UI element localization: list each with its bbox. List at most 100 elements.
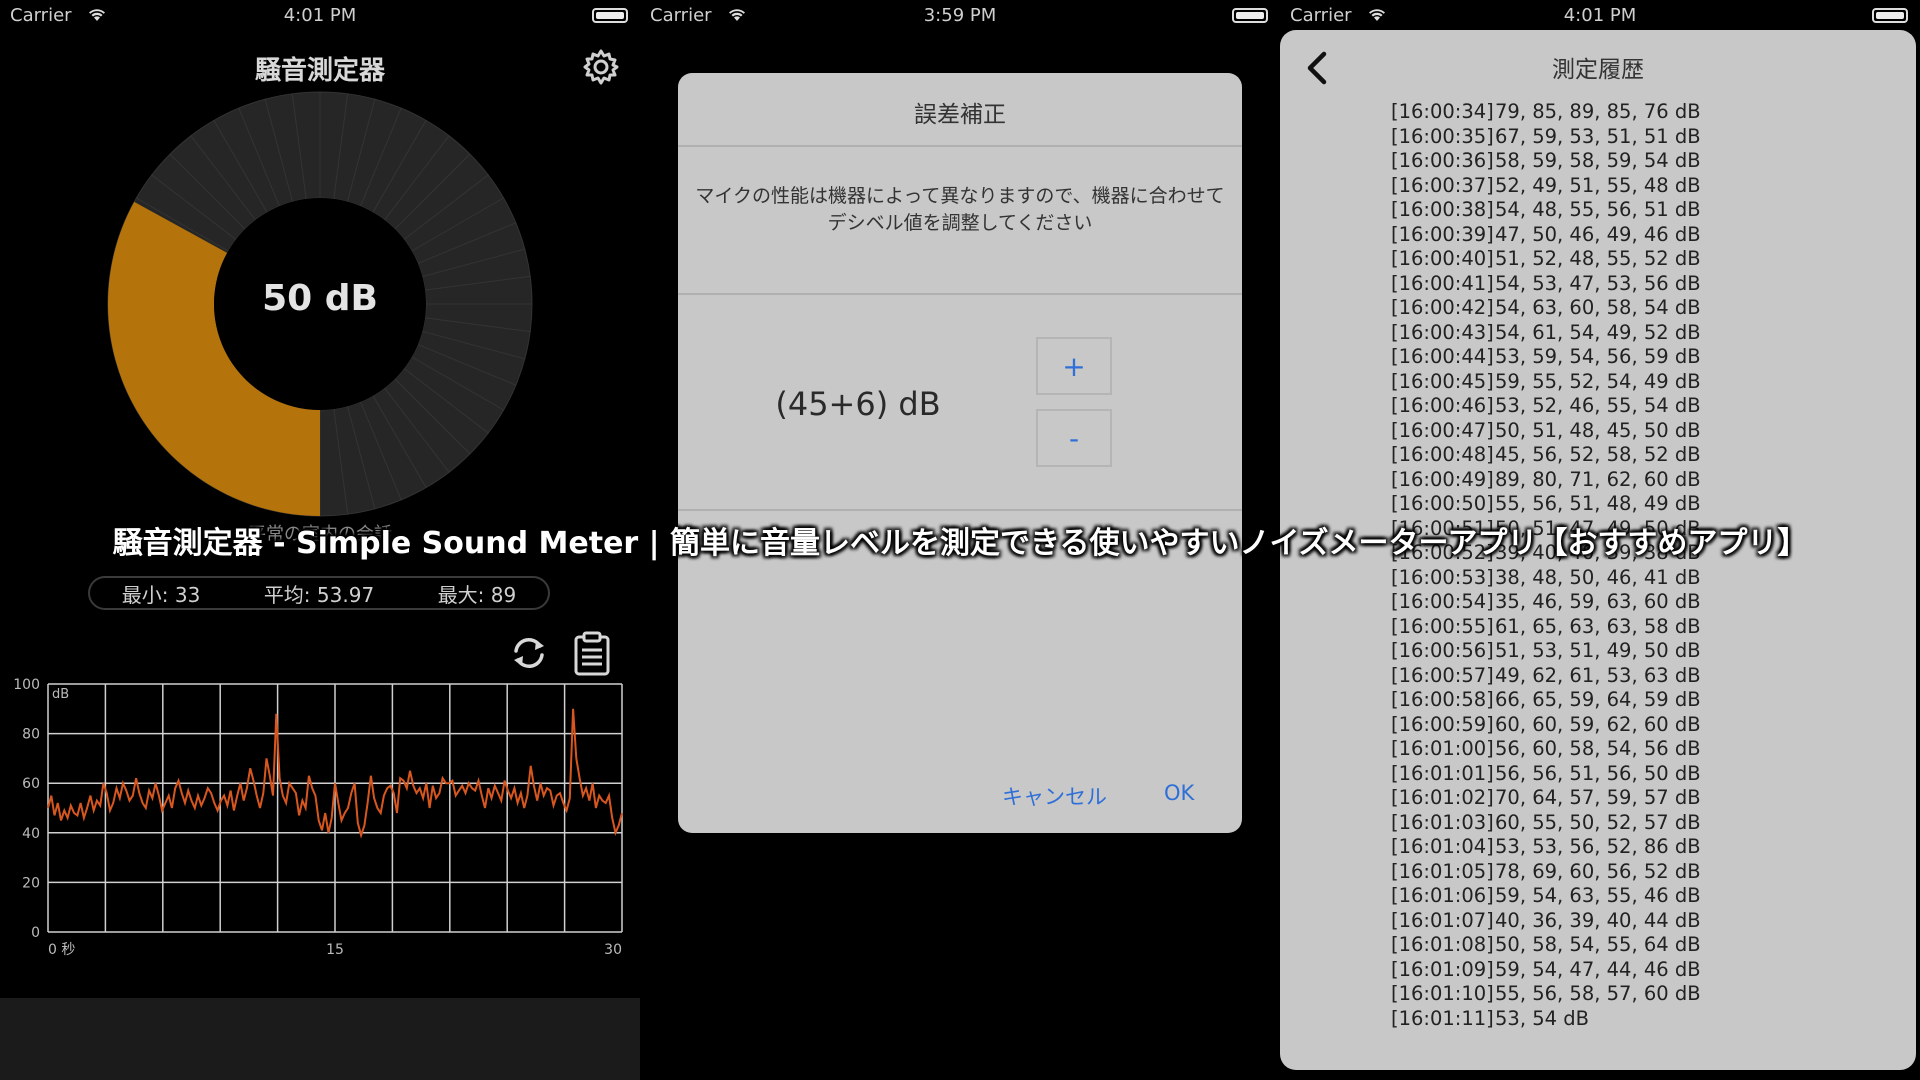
ok-button[interactable]: OK — [1164, 781, 1194, 805]
stat-max: 最大: 89 — [437, 582, 517, 607]
stats-bar: 最小: 33 平均: 53.97 最大: 89 — [88, 576, 550, 610]
chart-y-tick: 100 — [13, 677, 40, 693]
history-timestamp: [16:01:10] — [1391, 982, 1494, 1005]
history-title: 測定履歴 — [1552, 57, 1644, 83]
battery-icon — [1872, 8, 1908, 23]
history-timestamp: [16:01:07] — [1391, 908, 1494, 932]
history-values: 54, 61, 54, 49, 52 dB — [1495, 320, 1701, 344]
cancel-button[interactable]: キャンセル — [1002, 781, 1107, 811]
chart-unit-label: dB — [52, 687, 69, 702]
history-timestamp: [16:01:09] — [1391, 957, 1494, 981]
history-row: [16:01:07]40, 36, 39, 40, 44 dB — [1391, 909, 1831, 934]
history-row: [16:00:54]35, 46, 59, 63, 60 dB — [1391, 590, 1831, 615]
history-values: 54, 63, 60, 58, 54 dB — [1495, 296, 1701, 319]
history-timestamp: [16:00:44] — [1391, 345, 1494, 368]
history-values: 47, 50, 46, 49, 46 dB — [1495, 222, 1701, 246]
history-timestamp: [16:00:55] — [1391, 614, 1494, 638]
history-values: 79, 85, 89, 85, 76 dB — [1495, 100, 1701, 123]
chart-y-tick: 60 — [22, 776, 40, 792]
history-row: [16:00:57]49, 62, 61, 53, 63 dB — [1391, 664, 1831, 689]
history-values: 49, 62, 61, 53, 63 dB — [1495, 663, 1701, 687]
history-row: [16:00:38]54, 48, 55, 56, 51 dB — [1391, 198, 1831, 223]
chart-y-tick: 0 — [31, 925, 40, 941]
history-row: [16:00:55]61, 65, 63, 63, 58 dB — [1391, 615, 1831, 640]
history-row: [16:00:39]47, 50, 46, 49, 46 dB — [1391, 223, 1831, 248]
history-timestamp: [16:00:47] — [1391, 418, 1494, 442]
history-row: [16:00:53]38, 48, 50, 46, 41 dB — [1391, 566, 1831, 591]
chart-x-tick: 30 — [604, 942, 622, 958]
history-timestamp: [16:00:54] — [1391, 590, 1494, 613]
battery-icon — [1232, 8, 1268, 23]
history-timestamp: [16:00:35] — [1391, 124, 1494, 148]
history-row: [16:01:05]78, 69, 60, 56, 52 dB — [1391, 860, 1831, 885]
history-values: 61, 65, 63, 63, 58 dB — [1495, 614, 1701, 638]
history-row: [16:00:48]45, 56, 52, 58, 52 dB — [1391, 443, 1831, 468]
history-row: [16:00:40]51, 52, 48, 55, 52 dB — [1391, 247, 1831, 272]
history-values: 35, 46, 59, 63, 60 dB — [1495, 590, 1701, 613]
history-row: [16:00:56]51, 53, 51, 49, 50 dB — [1391, 639, 1831, 664]
status-bar: Carrier 3:59 PM — [640, 0, 1280, 32]
history-row: [16:01:08]50, 58, 54, 55, 64 dB — [1391, 933, 1831, 958]
history-values: 59, 55, 52, 54, 49 dB — [1495, 369, 1701, 393]
current-db-value: 50 dB — [262, 278, 378, 319]
history-timestamp: [16:01:11] — [1391, 1006, 1494, 1030]
history-values: 58, 59, 58, 59, 54 dB — [1495, 149, 1701, 172]
history-timestamp: [16:00:59] — [1391, 712, 1494, 736]
history-timestamp: [16:00:58] — [1391, 688, 1494, 711]
history-row: [16:01:10]55, 56, 58, 57, 60 dB — [1391, 982, 1831, 1007]
refresh-icon[interactable] — [508, 632, 550, 674]
history-row: [16:00:42]54, 63, 60, 58, 54 dB — [1391, 296, 1831, 321]
history-row: [16:01:04]53, 53, 56, 52, 86 dB — [1391, 835, 1831, 860]
history-timestamp: [16:01:04] — [1391, 835, 1494, 858]
status-time: 3:59 PM — [923, 5, 997, 26]
history-row: [16:00:47]50, 51, 48, 45, 50 dB — [1391, 419, 1831, 444]
history-row: [16:00:34]79, 85, 89, 85, 76 dB — [1391, 100, 1831, 125]
history-values: 52, 49, 51, 55, 48 dB — [1495, 173, 1701, 197]
history-row: [16:01:09]59, 54, 47, 44, 46 dB — [1391, 958, 1831, 983]
history-values: 66, 65, 59, 64, 59 dB — [1495, 688, 1701, 711]
history-timestamp: [16:01:08] — [1391, 933, 1494, 956]
sound-gauge — [107, 91, 533, 517]
history-row: [16:00:35]67, 59, 53, 51, 51 dB — [1391, 125, 1831, 150]
history-timestamp: [16:01:03] — [1391, 810, 1494, 834]
history-row: [16:00:58]66, 65, 59, 64, 59 dB — [1391, 688, 1831, 713]
divider — [678, 145, 1242, 147]
increase-button[interactable]: + — [1036, 337, 1112, 395]
dialog-title: 誤差補正 — [914, 102, 1006, 128]
history-timestamp: [16:01:05] — [1391, 859, 1494, 883]
history-timestamp: [16:00:34] — [1391, 100, 1494, 123]
history-row: [16:00:43]54, 61, 54, 49, 52 dB — [1391, 321, 1831, 346]
history-values: 51, 52, 48, 55, 52 dB — [1495, 247, 1701, 270]
chart-x-tick: 0 秒 — [48, 942, 75, 958]
history-row: [16:00:46]53, 52, 46, 55, 54 dB — [1391, 394, 1831, 419]
history-values: 59, 54, 63, 55, 46 dB — [1495, 884, 1701, 907]
history-values: 40, 36, 39, 40, 44 dB — [1495, 908, 1701, 932]
history-timestamp: [16:00:48] — [1391, 443, 1494, 466]
history-timestamp: [16:00:43] — [1391, 320, 1494, 344]
history-row: [16:01:03]60, 55, 50, 52, 57 dB — [1391, 811, 1831, 836]
status-time: 4:01 PM — [1563, 5, 1637, 26]
decrease-button[interactable]: - — [1036, 409, 1112, 467]
chart-y-tick: 80 — [22, 727, 40, 743]
history-row: [16:00:59]60, 60, 59, 62, 60 dB — [1391, 713, 1831, 738]
history-values: 60, 55, 50, 52, 57 dB — [1495, 810, 1701, 834]
history-values: 56, 56, 51, 56, 50 dB — [1495, 761, 1701, 785]
chart-x-tick: 15 — [326, 942, 344, 958]
history-values: 50, 58, 54, 55, 64 dB — [1495, 933, 1701, 956]
status-bar: Carrier 4:01 PM — [1280, 0, 1920, 32]
history-values: 53, 59, 54, 56, 59 dB — [1495, 345, 1701, 368]
history-timestamp: [16:00:36] — [1391, 149, 1494, 172]
calibration-dialog: 誤差補正 マイクの性能は機器によって異なりますので、機器に合わせてデシベル値を調… — [678, 73, 1242, 833]
history-row: [16:00:50]55, 56, 51, 48, 49 dB — [1391, 492, 1831, 517]
history-timestamp: [16:00:41] — [1391, 271, 1494, 295]
history-timestamp: [16:00:46] — [1391, 394, 1494, 417]
history-values: 54, 53, 47, 53, 56 dB — [1495, 271, 1701, 295]
history-values: 54, 48, 55, 56, 51 dB — [1495, 198, 1701, 221]
db-history-chart: 0 20 40 60 80 100 0 秒 15 30 dB — [13, 677, 623, 958]
history-values: 56, 60, 58, 54, 56 dB — [1495, 737, 1701, 760]
history-timestamp: [16:00:49] — [1391, 467, 1494, 491]
history-row: [16:00:41]54, 53, 47, 53, 56 dB — [1391, 272, 1831, 297]
history-row: [16:01:06]59, 54, 63, 55, 46 dB — [1391, 884, 1831, 909]
history-values: 59, 54, 47, 44, 46 dB — [1495, 957, 1701, 981]
ad-banner-area — [0, 998, 640, 1080]
